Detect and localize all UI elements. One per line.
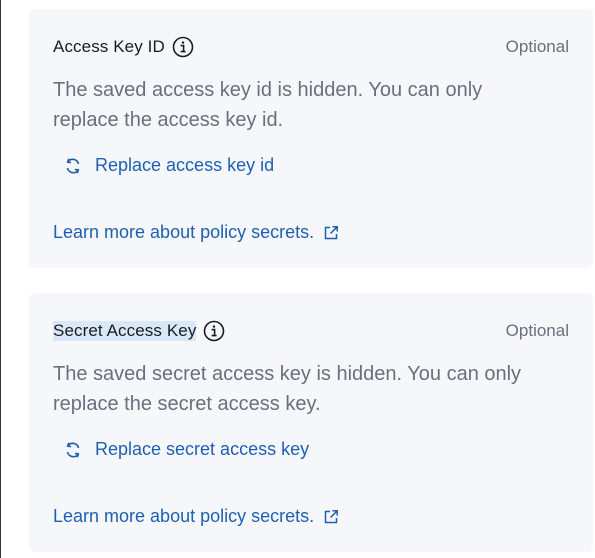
info-icon[interactable] — [203, 320, 225, 342]
learn-more-label: Learn more about policy secrets. — [53, 222, 315, 242]
learn-more-label: Learn more about policy secrets. — [53, 506, 315, 526]
access-key-id-help-text: The saved access key id is hidden. You c… — [53, 79, 483, 131]
access-key-id-title-row: Access Key ID Optional — [53, 36, 569, 58]
secret-access-key-help-text: The saved secret access key is hidden. Y… — [53, 363, 522, 415]
secret-access-key-title-row: Secret Access Key Optional — [53, 320, 569, 342]
access-key-id-optional-label: Optional — [505, 37, 569, 56]
secret-access-key-title-group: Secret Access Key — [53, 320, 225, 342]
secret-access-key-panel: Secret Access Key Optional The saved sec… — [29, 293, 593, 552]
external-link-icon — [322, 508, 340, 526]
learn-more-policy-secrets-link[interactable]: Learn more about policy secrets. — [53, 222, 340, 243]
external-link-icon — [322, 224, 340, 242]
left-border — [0, 0, 1, 558]
secret-access-key-title: Secret Access Key — [53, 321, 197, 341]
replace-access-key-id-button[interactable]: Replace access key id — [63, 155, 274, 176]
secret-access-key-optional-label: Optional — [505, 321, 569, 340]
replace-access-key-id-label: Replace access key id — [95, 155, 275, 175]
refresh-icon — [63, 156, 83, 176]
replace-secret-access-key-button[interactable]: Replace secret access key — [63, 439, 309, 460]
access-key-id-panel: Access Key ID Optional The saved access … — [29, 9, 593, 268]
access-key-id-title: Access Key ID — [53, 37, 165, 56]
access-key-id-title-group: Access Key ID — [53, 36, 194, 58]
refresh-icon — [63, 440, 83, 460]
info-icon[interactable] — [172, 36, 194, 58]
replace-secret-access-key-label: Replace secret access key — [95, 439, 310, 459]
learn-more-policy-secrets-link[interactable]: Learn more about policy secrets. — [53, 506, 340, 527]
